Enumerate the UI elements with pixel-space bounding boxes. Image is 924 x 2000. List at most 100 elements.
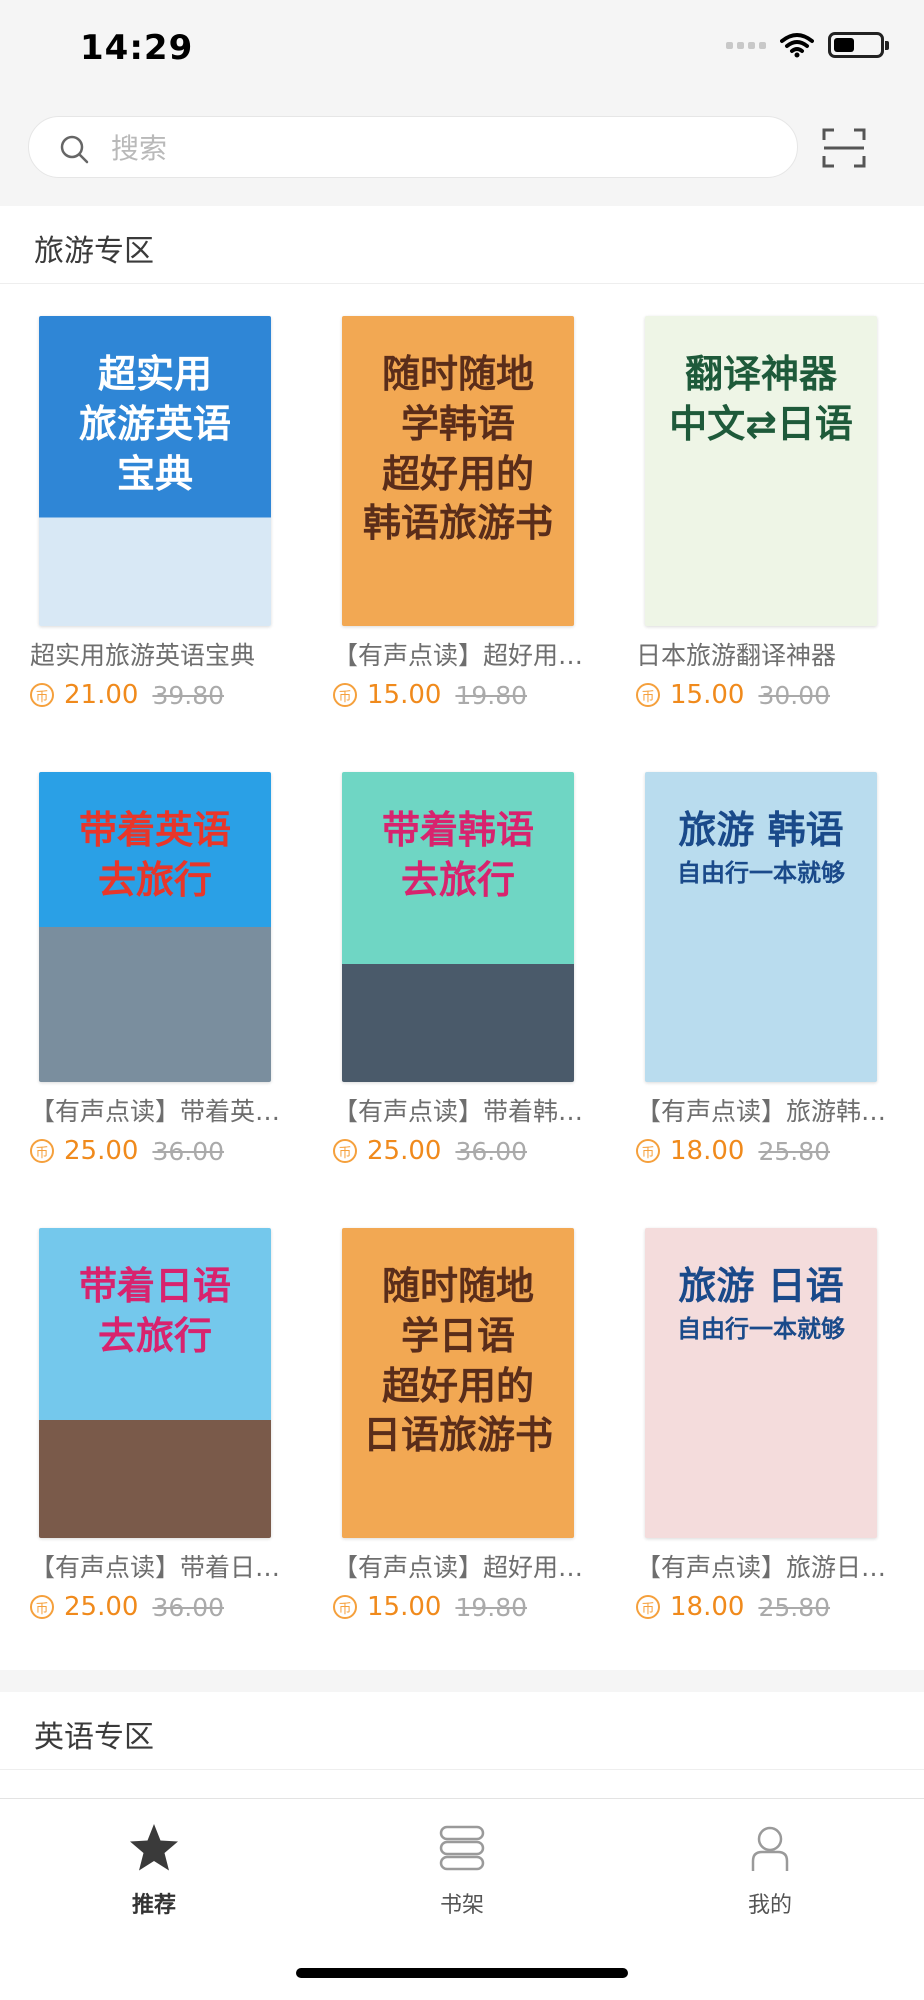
cover-text: 旅游英语 [78,401,231,446]
book-cover-image[interactable]: 旅游 韩语自由行一本就够 [645,772,877,1082]
coin-icon: 币 [636,1595,660,1619]
book-card[interactable]: 带着日语去旅行【有声点读】带着日语去旅行币 25.00 36.00 [30,1196,290,1636]
book-title[interactable]: 日本旅游翻译神器 [636,636,896,672]
star-icon [130,1824,178,1871]
price-row: 币 25.00 36.00 [30,1592,224,1622]
price-row: 币 18.00 25.80 [636,1136,830,1166]
book-title[interactable]: 【有声点读】旅游日语自由行一本就够 [636,1548,896,1584]
section-header-travel: 旅游专区 [0,206,924,284]
coin-icon: 币 [333,683,357,707]
cover-text: 自由行一本就够 [677,858,845,887]
tab-recommend[interactable]: 推荐 [84,1821,224,1931]
price-row: 币 15.00 30.00 [636,680,830,710]
cover-text: 带着英语 [78,808,231,852]
book-cover-image[interactable]: 带着日语 去旅行 [39,1228,271,1538]
cover-text: 日语旅游书 [362,1413,553,1458]
price-row: 币 15.00 19.80 [333,680,527,710]
book-price: 25.00 [64,1136,139,1166]
cover-text: 随时随地 [381,352,534,396]
book-original-price: 36.00 [455,1136,528,1166]
tab-label: 书架 [439,1893,484,1918]
cover-text: 旅游 韩语 [678,808,844,852]
book-card[interactable]: 翻译神器 中文⇄日语 日本旅游翻译神器币 15.00 30.00 [636,284,896,724]
cover-text: 超实用 [97,352,212,396]
book-card[interactable]: 旅游 韩语自由行一本就够【有声点读】旅游韩语自由行一本就够币 18.00 25.80 [636,740,896,1180]
book-original-price: 36.00 [152,1592,225,1622]
book-card[interactable]: 随时随地学韩语超好用的韩语旅游书【有声点读】超好用的韩语旅游书币 15.00 19.… [333,284,593,724]
book-card[interactable]: 带着英语去旅行【有声点读】带着英语去旅行币 25.00 36.00 [30,740,290,1180]
book-price: 25.00 [64,1592,139,1622]
cover-text: 超好用的 [381,451,534,496]
book-card[interactable]: 超实用 旅游英语 宝典 超实用旅游英语宝典币 21.00 39.80 [30,284,290,724]
book-cover-image[interactable]: 带着英语 去旅行 [39,772,271,1082]
cover-text: 去旅行 [97,1313,212,1358]
coin-icon: 币 [636,683,660,707]
price-row: 币 18.00 25.80 [636,1592,830,1622]
wifi-icon [780,33,814,58]
battery-icon [828,32,889,58]
search-input[interactable] [111,129,751,167]
coin-icon: 币 [30,1139,54,1163]
book-original-price: 25.80 [758,1592,831,1622]
coin-icon: 币 [333,1139,357,1163]
cover-text: 翻译神器 [684,352,837,396]
book-title[interactable]: 超实用旅游英语宝典 [30,636,290,672]
book-original-price: 19.80 [455,1592,528,1622]
book-price: 15.00 [367,1592,442,1622]
home-indicator [296,1968,628,1978]
cover-text: 旅游 日语 [678,1264,844,1308]
coin-icon: 币 [30,1595,54,1619]
book-title[interactable]: 【有声点读】超好用的韩语旅游书 [333,636,593,672]
book-original-price: 19.80 [455,680,528,710]
book-title[interactable]: 【有声点读】带着韩语去旅行 [333,1092,593,1128]
section-divider [0,1670,924,1692]
book-card[interactable]: 旅游 日语自由行一本就够【有声点读】旅游日语自由行一本就够币 18.00 25.80 [636,1196,896,1636]
price-row: 币 25.00 36.00 [333,1136,527,1166]
search-bar[interactable] [28,116,798,178]
cover-text: 自由行一本就够 [677,1314,845,1343]
book-cover-image[interactable]: 随时随地学韩语超好用的韩语旅游书 [342,316,574,626]
coin-icon: 币 [333,1595,357,1619]
book-price: 15.00 [367,680,442,710]
book-price: 21.00 [64,680,139,710]
book-original-price: 36.00 [152,1136,225,1166]
cover-text: 超好用的 [381,1363,534,1408]
scan-icon[interactable] [822,128,866,168]
cover-text: 去旅行 [97,857,212,902]
cover-text: 韩语旅游书 [362,501,553,546]
section-header-english: 英语专区 [0,1692,924,1770]
book-cover-image[interactable]: 随时随地学日语超好用的日语旅游书 [342,1228,574,1538]
book-card[interactable]: 随时随地学日语超好用的日语旅游书【有声点读】超好用的日语旅游书币 15.00 19.… [333,1196,593,1636]
coin-icon: 币 [636,1139,660,1163]
cover-text: 学日语 [400,1313,515,1358]
price-row: 币 21.00 39.80 [30,680,224,710]
section-title: 旅游专区 [34,234,154,269]
profile-icon [751,1826,789,1871]
search-icon [60,135,89,164]
book-title[interactable]: 【有声点读】带着英语去旅行 [30,1092,290,1128]
cover-text: 学韩语 [400,401,515,446]
book-original-price: 25.80 [758,1136,831,1166]
book-original-price: 39.80 [152,680,225,710]
book-cover-image[interactable]: 翻译神器中文⇄日语 [645,316,877,626]
book-cover-image[interactable]: 带着韩语 去旅行 [342,772,574,1082]
book-price: 18.00 [670,1136,745,1166]
tab-profile[interactable]: 我的 [700,1821,840,1931]
signal-icon [726,41,766,49]
book-title[interactable]: 【有声点读】旅游韩语自由行一本就够 [636,1092,896,1128]
book-price: 18.00 [670,1592,745,1622]
book-title[interactable]: 【有声点读】超好用的日语旅游书 [333,1548,593,1584]
book-title[interactable]: 【有声点读】带着日语去旅行 [30,1548,290,1584]
tab-label: 推荐 [131,1893,176,1918]
book-price: 25.00 [367,1136,442,1166]
status-time: 14:29 [80,28,194,68]
section-title: 英语专区 [34,1720,154,1755]
book-cover-image[interactable]: 旅游 日语自由行一本就够 [645,1228,877,1538]
book-cover-image[interactable]: 超实用 旅游英语 宝典 [39,316,271,626]
book-price: 15.00 [670,680,745,710]
cover-text: 中文⇄日语 [669,401,853,446]
book-card[interactable]: 带着韩语去旅行【有声点读】带着韩语去旅行币 25.00 36.00 [333,740,593,1180]
tab-bookshelf[interactable]: 书架 [392,1821,532,1931]
price-row: 币 15.00 19.80 [333,1592,527,1622]
cover-text: 随时随地 [381,1264,534,1308]
